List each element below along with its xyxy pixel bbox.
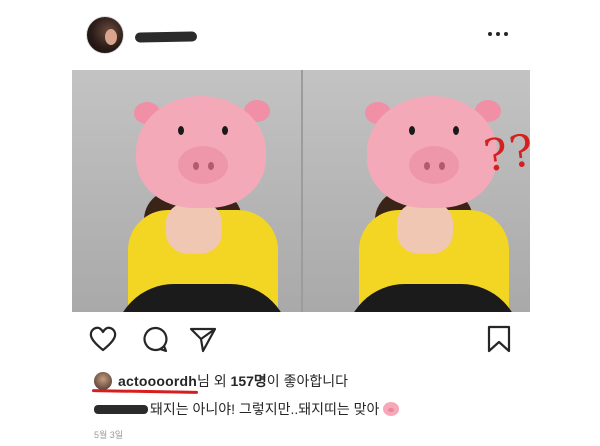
likes-line: actoooordh 님 외 157명 이 좋아합니다 [94, 370, 348, 392]
question-marks-annotation: ?? [480, 124, 539, 183]
photo-panel-right [301, 70, 530, 312]
caption-text: 돼지는 아니야! 그렇지만..돼지띠는 맞아 [150, 401, 380, 417]
more-dots-icon[interactable] [488, 28, 516, 40]
redacted-username [134, 31, 198, 43]
liker-avatar[interactable] [94, 372, 112, 390]
post-date: 5월 3일 [94, 430, 124, 440]
comment-icon[interactable] [140, 324, 170, 354]
profile-avatar[interactable] [86, 16, 124, 54]
photo-panel-left [72, 70, 301, 312]
share-icon[interactable] [188, 324, 218, 354]
post-header [0, 0, 600, 62]
pig-face-icon [383, 402, 400, 416]
caption: 돼지는 아니야! 그렇지만..돼지띠는 맞아 [94, 398, 400, 420]
bookmark-icon[interactable] [484, 324, 514, 354]
action-bar [0, 318, 600, 364]
post-image[interactable] [72, 70, 530, 312]
red-underline-annotation [91, 389, 199, 394]
likes-count[interactable]: 157명 [231, 371, 267, 391]
heart-icon[interactable] [88, 324, 118, 354]
redacted-author [94, 404, 148, 414]
liker-username[interactable]: actoooordh [118, 373, 197, 389]
likes-text-1: 님 외 [197, 373, 231, 389]
likes-text-2: 이 좋아합니다 [266, 373, 348, 389]
